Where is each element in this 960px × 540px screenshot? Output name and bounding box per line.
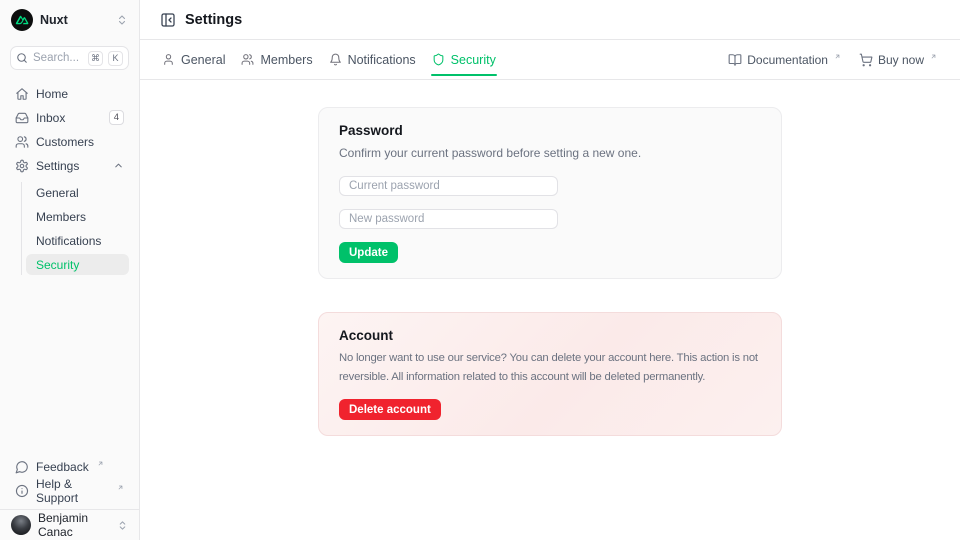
chevrons-up-down-icon <box>116 14 128 26</box>
sidebar-item-label: Inbox <box>36 111 102 125</box>
speech-bubble-icon <box>15 460 29 474</box>
avatar <box>11 515 31 535</box>
account-card-title: Account <box>339 328 761 343</box>
users-icon <box>241 53 254 66</box>
home-icon <box>15 87 29 101</box>
sidebar-subitem-label: Security <box>36 258 79 272</box>
app-window: Nuxt Search... ⌘ K Home <box>0 0 960 540</box>
gear-icon <box>15 159 29 173</box>
tab-label: Notifications <box>348 53 416 67</box>
account-card-description: No longer want to use our service? You c… <box>339 349 765 387</box>
sidebar-item-help-support[interactable]: Help & Support <box>10 480 129 501</box>
tab-label: Security <box>451 53 496 67</box>
buy-now-link[interactable]: Buy now <box>850 53 946 67</box>
password-card: Password Confirm your current password b… <box>318 107 782 279</box>
page-header: Settings <box>140 0 960 40</box>
search-icon <box>16 52 28 64</box>
main-area: Settings General Members Notifications <box>140 0 960 540</box>
user-icon <box>162 53 175 66</box>
active-tab-indicator <box>431 74 497 76</box>
chevron-up-icon <box>113 160 124 171</box>
sidebar-subitem-label: Members <box>36 210 86 224</box>
sidebar-item-label: Help & Support <box>36 477 109 505</box>
sidebar-nav: Home Inbox 4 Customers Settings <box>0 83 139 275</box>
external-link-icon <box>117 484 124 491</box>
tab-members[interactable]: Members <box>233 40 320 80</box>
sidebar-item-home[interactable]: Home <box>10 83 129 104</box>
inbox-count-badge: 4 <box>109 110 124 125</box>
tab-general[interactable]: General <box>154 40 233 80</box>
password-card-title: Password <box>339 123 761 138</box>
workspace-switcher[interactable]: Nuxt <box>0 0 139 40</box>
sidebar-item-label: Feedback <box>36 460 89 474</box>
sidebar-subitem-security[interactable]: Security <box>26 254 129 275</box>
workspace-name: Nuxt <box>40 13 109 27</box>
content-area: Password Confirm your current password b… <box>140 80 960 540</box>
toolbar-link-label: Buy now <box>878 53 924 67</box>
sidebar-toggle-icon[interactable] <box>160 12 176 28</box>
external-link-icon <box>930 53 937 60</box>
sidebar-item-customers[interactable]: Customers <box>10 131 129 152</box>
sidebar-item-inbox[interactable]: Inbox 4 <box>10 107 129 128</box>
user-menu-button[interactable]: Benjamin Canac <box>0 509 139 540</box>
open-book-icon <box>728 53 742 67</box>
sidebar-subitem-members[interactable]: Members <box>26 206 129 227</box>
account-card: Account No longer want to use our servic… <box>318 312 782 436</box>
external-link-icon <box>834 53 841 60</box>
bell-icon <box>329 53 342 66</box>
sidebar-footer: Feedback Help & Support <box>0 456 139 509</box>
password-card-description: Confirm your current password before set… <box>339 144 761 163</box>
kbd-k: K <box>108 51 123 66</box>
sidebar-item-label: Home <box>36 87 124 101</box>
tab-notifications[interactable]: Notifications <box>321 40 424 80</box>
settings-submenu: General Members Notifications Security <box>21 182 129 275</box>
new-password-field[interactable] <box>339 209 558 229</box>
external-link-icon <box>97 460 104 467</box>
search-placeholder: Search... <box>33 52 83 64</box>
sidebar-item-label: Settings <box>36 159 106 173</box>
user-name: Benjamin Canac <box>38 511 110 539</box>
documentation-link[interactable]: Documentation <box>719 53 850 67</box>
delete-account-button[interactable]: Delete account <box>339 399 441 420</box>
tab-security[interactable]: Security <box>424 40 504 80</box>
sidebar-item-settings[interactable]: Settings <box>10 155 129 176</box>
sidebar-subitem-general[interactable]: General <box>26 182 129 203</box>
kbd-cmd: ⌘ <box>88 51 103 66</box>
update-button[interactable]: Update <box>339 242 398 263</box>
chevrons-up-down-icon <box>117 520 128 531</box>
search-input[interactable]: Search... ⌘ K <box>10 46 129 70</box>
shopping-cart-icon <box>859 53 873 67</box>
page-title: Settings <box>185 12 242 28</box>
users-icon <box>15 135 29 149</box>
current-password-field[interactable] <box>339 176 558 196</box>
toolbar-link-label: Documentation <box>747 53 828 67</box>
shield-icon <box>432 53 445 66</box>
sidebar-item-label: Customers <box>36 135 124 149</box>
sidebar-subitem-label: Notifications <box>36 234 101 248</box>
tab-bar: General Members Notifications Security <box>140 40 960 80</box>
sidebar-subitem-notifications[interactable]: Notifications <box>26 230 129 251</box>
tab-label: General <box>181 53 225 67</box>
nuxt-logo-icon <box>11 9 33 31</box>
sidebar-item-feedback[interactable]: Feedback <box>10 456 129 477</box>
tab-label: Members <box>260 53 312 67</box>
info-circle-icon <box>15 484 29 498</box>
sidebar-subitem-label: General <box>36 186 79 200</box>
sidebar-spacer <box>0 275 139 456</box>
sidebar: Nuxt Search... ⌘ K Home <box>0 0 140 540</box>
inbox-icon <box>15 111 29 125</box>
